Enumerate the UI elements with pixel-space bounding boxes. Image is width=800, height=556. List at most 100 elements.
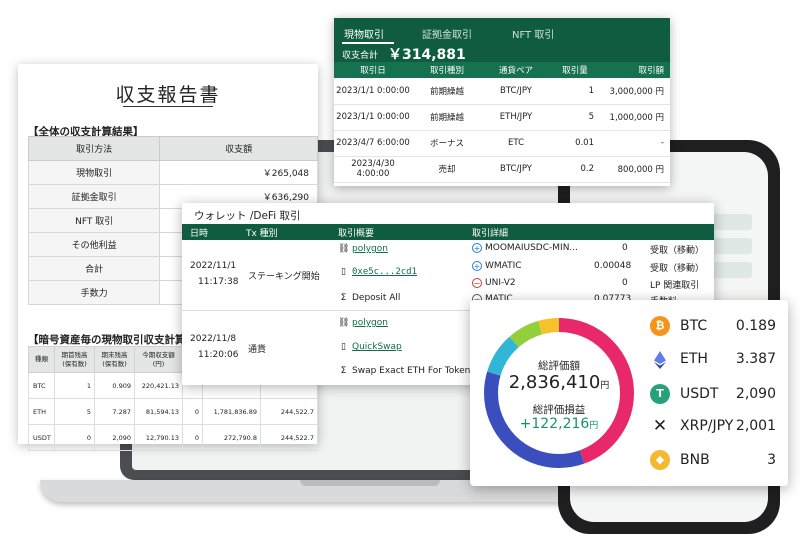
detail-row: + MOOMAIUSDC-MIN...	[472, 243, 579, 253]
title-underline	[123, 106, 213, 107]
laptop-notch	[300, 480, 440, 486]
table-row: 現物取引 ￥265,048	[27, 160, 318, 185]
column-header: 取引日	[334, 62, 412, 78]
column-header: 取引額	[600, 62, 670, 78]
tx-date: 2022/11/8	[190, 334, 237, 344]
method-label: Deposit All	[352, 293, 401, 303]
method-label: Swap Exact ETH For Tokens	[352, 366, 476, 376]
column-header: 種類	[28, 346, 55, 373]
protocol-link[interactable]: QuickSwap	[352, 342, 402, 352]
detail-row: + WMATIC	[472, 261, 522, 271]
asset-amount: 0.189	[735, 318, 776, 334]
column-header: 取引種別	[412, 62, 482, 78]
asset-name: USDT	[680, 386, 719, 402]
pnl-label: 総評価損益	[532, 404, 586, 416]
row-value: ￥265,048	[159, 160, 318, 185]
summary-chain[interactable]: ⛓ polygon	[338, 318, 388, 328]
table-row: ETH 5 7.287 81,594.13 0 1,781,836.89 244,522.7	[28, 398, 318, 425]
summary-chain[interactable]: ⛓ polygon	[338, 244, 388, 254]
column-header: 取引量	[550, 62, 600, 78]
portfolio-card: 総評価額 2,836,410円 総評価損益 +122,216円 ₿ BTC 0.…	[470, 300, 788, 486]
sigma-icon: Σ	[340, 366, 347, 376]
summary-method: Σ Swap Exact ETH For Tokens	[338, 366, 475, 376]
chain-link[interactable]: polygon	[352, 318, 388, 328]
detail-amount: 0.00048	[594, 261, 632, 271]
asset-amount: 2,090	[735, 386, 776, 402]
tether-icon: T	[650, 384, 670, 404]
detail-amount: 0	[622, 278, 628, 288]
ethereum-icon	[650, 350, 670, 370]
summary-method: Σ Deposit All	[338, 293, 401, 303]
link-icon: ⛓	[338, 244, 350, 254]
tx-time: 11:20:06	[198, 350, 239, 360]
column-header: 通貨ペア	[482, 62, 550, 78]
row-label: 証拠金取引	[27, 184, 161, 209]
tx-type: 通貨	[248, 345, 267, 355]
table-row[interactable]: 2023/1/1 0:00:00 前期繰越 BTC/JPY 1 3,000,000 円	[334, 78, 670, 105]
asset-amount: 3.387	[735, 351, 776, 367]
column-header: 日時	[190, 229, 209, 239]
row-label: その他利益	[27, 232, 161, 257]
trade-panel-header: 現物取引 証拠金取引 NFT 取引 収支合計 ￥314,881	[334, 18, 670, 63]
detail-note: LP 関連取引	[650, 281, 700, 291]
tab-nft[interactable]: NFT 取引	[512, 26, 554, 41]
column-header: 期首残高 (保有数)	[54, 346, 95, 373]
asset-name: BNB	[680, 452, 710, 468]
column-header: Tx 種別	[246, 229, 278, 239]
document-icon: ▯	[341, 342, 346, 352]
asset-name: BTC	[680, 318, 708, 334]
summary-address[interactable]: ▯ 0xe5c...2cd1	[338, 267, 417, 277]
detail-row: − UNI-V2	[472, 278, 516, 288]
xrp-icon: ✕	[652, 416, 668, 436]
asset-name: ETH	[680, 351, 708, 367]
table-row[interactable]: 2023/4/7 6:00:00 ボーナス ETC 0.01-	[334, 130, 670, 157]
tab-spot[interactable]: 現物取引	[344, 26, 384, 41]
summary-protocol[interactable]: ▯ QuickSwap	[338, 342, 402, 352]
report-title: 収支報告書	[115, 84, 221, 106]
detail-amount: 0	[622, 243, 628, 253]
table-row: USDT 0 2,090 12,790.13 0 272,790.8 244,522.7	[28, 424, 318, 451]
pnl-value: +122,216円	[519, 416, 599, 432]
panel-title: ウォレット /DeFi 取引	[194, 210, 301, 222]
trade-table: 取引日 取引種別 通貨ペア 取引量 取引額 2023/1/1 0:00:00 前期…	[334, 62, 670, 183]
row-label: NFT 取引	[27, 208, 161, 233]
document-icon: ▯	[341, 267, 346, 277]
row-label: 合計	[27, 256, 161, 281]
asset-amount: 2,001	[735, 418, 776, 434]
column-header: 取引詳細	[472, 229, 509, 239]
plus-circle-icon: +	[472, 243, 482, 253]
asset-amount: 3	[767, 452, 776, 468]
tab-margin[interactable]: 証拠金取引	[422, 26, 472, 41]
plus-circle-icon: +	[472, 261, 482, 271]
total-label: 収支合計	[342, 51, 379, 61]
total-value: ￥314,881	[388, 47, 466, 63]
link-icon: ⛓	[338, 318, 350, 328]
table-row[interactable]: 2023/4/30 4:00:00 売却 BTC/JPY 0.2 800,000 円	[334, 156, 670, 183]
minus-circle-icon: −	[472, 278, 482, 288]
portfolio-donut-chart	[484, 318, 634, 468]
column-header: 取引方法	[27, 136, 161, 161]
bitcoin-icon: ₿	[650, 316, 670, 336]
column-header: 今期収支額 (円)	[134, 346, 183, 373]
row-label: 現物取引	[27, 160, 161, 185]
tx-type: ステーキング開始	[248, 272, 320, 282]
section-heading-per-asset: 【暗号資産毎の現物取引収支計算	[28, 334, 186, 346]
chain-link[interactable]: polygon	[352, 244, 388, 254]
address-link[interactable]: 0xe5c...2cd1	[352, 267, 417, 277]
row-label: 手数力	[27, 280, 161, 305]
table-row[interactable]: 2023/1/1 0:00:00 前期繰越 ETH/JPY 5 1,000,000 円	[334, 104, 670, 131]
column-header: 取引概要	[338, 229, 375, 239]
bnb-icon: ◆	[650, 450, 670, 470]
trade-history-panel: 現物取引 証拠金取引 NFT 取引 収支合計 ￥314,881 取引日 取引種別…	[334, 18, 670, 186]
defi-table-header: 日時 Tx 種別 取引概要 取引詳細	[182, 224, 714, 240]
column-header: 期末残高 (保有数)	[94, 346, 135, 373]
total-valuation: 2,836,410円	[508, 372, 610, 393]
column-header: 収支額	[159, 136, 318, 161]
detail-note: 受取（移動）	[650, 246, 705, 256]
sigma-icon: Σ	[340, 293, 347, 303]
tx-time: 11:17:38	[198, 277, 239, 287]
detail-note: 受取（移動）	[650, 264, 705, 274]
tx-date: 2022/11/1	[190, 261, 237, 271]
total-valuation-label: 総評価額	[538, 360, 580, 372]
active-tab-indicator	[342, 42, 394, 44]
